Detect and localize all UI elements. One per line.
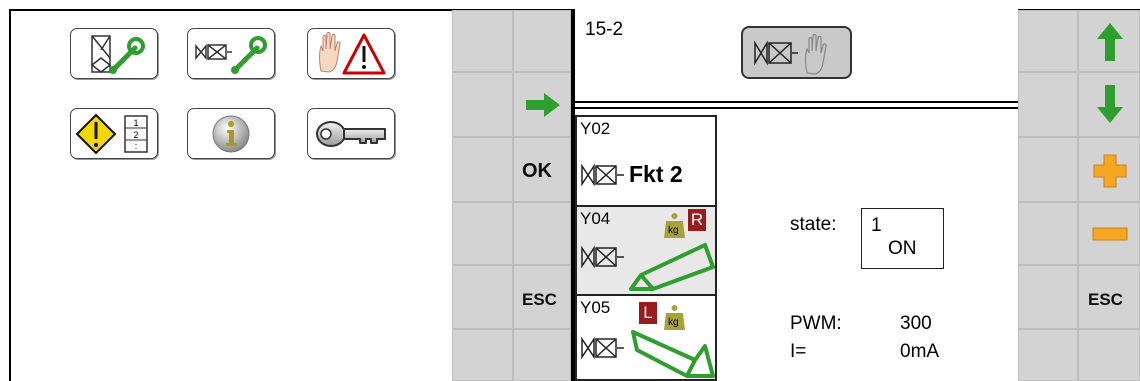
- plus-button[interactable]: [1078, 137, 1140, 202]
- info-icon[interactable]: [187, 108, 275, 159]
- tipper-raise-icon: [629, 243, 715, 291]
- current-label: I=: [790, 341, 807, 362]
- esc-label-right: ESC: [1088, 290, 1123, 309]
- softkey-tile[interactable]: [513, 329, 571, 381]
- softkey-tile[interactable]: [513, 10, 571, 72]
- pwm-label: PWM:: [790, 313, 842, 334]
- esc-button-right[interactable]: ESC: [1078, 265, 1140, 329]
- arrow-down-button[interactable]: [1078, 72, 1140, 137]
- weight-label: kg: [668, 225, 679, 236]
- softkey-tile[interactable]: [1018, 137, 1078, 202]
- softkey-tile[interactable]: [1018, 265, 1078, 329]
- side-badge: R: [688, 209, 706, 231]
- valve-wrench-icon[interactable]: [187, 28, 275, 79]
- valve-icon: [581, 163, 624, 187]
- list-item-y04[interactable]: Y04 kg R: [575, 205, 717, 297]
- header-rule-bottom: [575, 107, 1020, 109]
- hand-warning-icon[interactable]: [307, 28, 395, 79]
- ok-button[interactable]: OK: [513, 137, 571, 202]
- arrow-down-icon: [1097, 85, 1123, 123]
- minus-button[interactable]: [1078, 202, 1140, 265]
- key-icon[interactable]: [307, 108, 395, 159]
- list-number-1: 1: [133, 118, 138, 128]
- arrow-up-icon: [1097, 23, 1123, 61]
- arrow-right-button[interactable]: [513, 72, 571, 137]
- softkey-tile[interactable]: [1018, 329, 1078, 381]
- state-text: ON: [888, 238, 917, 259]
- softkey-tile[interactable]: [452, 202, 513, 265]
- arrow-up-button[interactable]: [1078, 10, 1140, 72]
- esc-label-left: ESC: [522, 290, 557, 309]
- valve-hand-icon: [754, 33, 827, 75]
- softkey-tile[interactable]: [452, 265, 513, 329]
- list-item-y05[interactable]: Y05 L kg: [575, 294, 717, 381]
- valve-hand-button[interactable]: [741, 26, 852, 79]
- list-number-2: 2: [133, 130, 138, 140]
- valve-icon: [581, 245, 624, 269]
- state-value: 1: [871, 215, 882, 236]
- weight-icon: kg: [664, 212, 685, 238]
- header-rule-top: [575, 101, 1020, 103]
- tipper-lower-icon: [631, 330, 715, 378]
- list-item-y02[interactable]: Y02 Fkt 2: [575, 115, 717, 208]
- valve-icon: [581, 336, 624, 360]
- softkey-tile[interactable]: [1018, 72, 1078, 137]
- list-item-id: Y05: [580, 298, 611, 317]
- minus-icon: [1092, 227, 1128, 241]
- softkey-tile[interactable]: [513, 202, 571, 265]
- softkey-tile[interactable]: [1018, 10, 1078, 72]
- arrow-right-icon: [526, 93, 560, 117]
- side-badge: L: [639, 302, 657, 324]
- softkey-tile[interactable]: [452, 72, 513, 137]
- valve-tree-wrench-icon[interactable]: [70, 28, 158, 79]
- softkey-tile[interactable]: [452, 10, 513, 72]
- pwm-value: 300: [900, 313, 932, 334]
- softkey-tile[interactable]: [1078, 329, 1140, 381]
- softkey-tile[interactable]: [1018, 202, 1078, 265]
- page-number: 15-2: [585, 19, 624, 40]
- softkey-tile[interactable]: [452, 137, 513, 202]
- warning-list-icon[interactable]: 1 2 :: [70, 108, 158, 159]
- list-number-more: :: [135, 141, 138, 151]
- list-item-label: Fkt 2: [629, 161, 683, 187]
- list-item-id: Y04: [580, 209, 611, 228]
- plus-icon: [1093, 154, 1127, 188]
- list-item-id: Y02: [580, 119, 611, 138]
- current-value: 0mA: [900, 341, 940, 362]
- state-value-box: 1 ON: [861, 208, 944, 269]
- ok-label: OK: [522, 160, 552, 182]
- softkey-tile[interactable]: [452, 329, 513, 381]
- panel-header: 15-2: [575, 9, 1018, 105]
- state-label: state:: [790, 214, 837, 235]
- esc-button-left[interactable]: ESC: [513, 265, 571, 329]
